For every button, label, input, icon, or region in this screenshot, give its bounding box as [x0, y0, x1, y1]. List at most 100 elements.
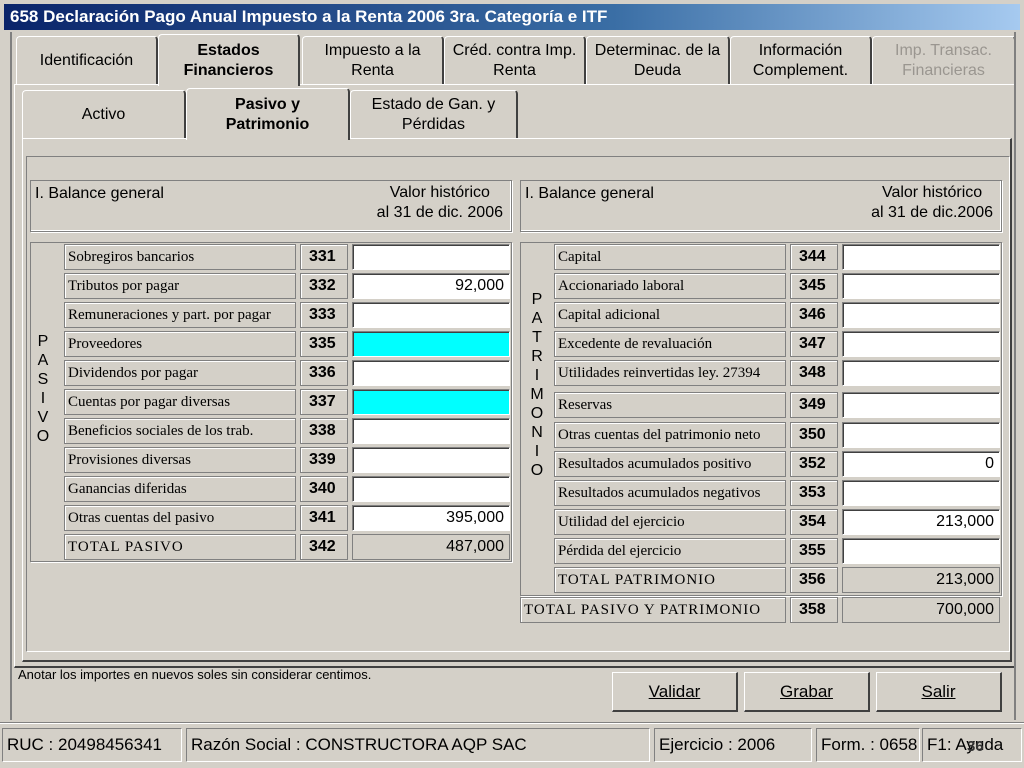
tab-label: Financieros: [183, 61, 274, 79]
tab-label: Renta: [493, 61, 536, 79]
button-label: Validar: [648, 681, 701, 701]
row-label: Capital adicional: [554, 302, 786, 328]
tab-label: Renta: [351, 61, 394, 79]
value-field-340[interactable]: [352, 476, 510, 502]
validar-button[interactable]: Validar: [612, 672, 738, 712]
value-field-338[interactable]: [352, 418, 510, 444]
header-col-line1: Valor histórico: [881, 184, 983, 201]
tab-identificacion[interactable]: Identificación: [16, 36, 158, 84]
value-field-347[interactable]: [842, 331, 1000, 357]
row-code: 339: [300, 447, 348, 473]
subtab-label: Pasivo y: [235, 95, 300, 113]
value-field-333[interactable]: [352, 302, 510, 328]
row-label: Utilidad del ejercicio: [554, 509, 786, 535]
header-col-line1: Valor histórico: [389, 184, 490, 201]
row-code: 344: [790, 244, 838, 270]
row-code: 345: [790, 273, 838, 299]
status-help: F1: Ayuda 36: [922, 728, 1022, 762]
header-col-line2: al 31 de dic.2006: [871, 204, 993, 221]
row-label: Otras cuentas del pasivo: [64, 505, 296, 531]
value-field-336[interactable]: [352, 360, 510, 386]
value-field-337[interactable]: [352, 389, 510, 415]
row-label: Ganancias diferidas: [64, 476, 296, 502]
row-code: 350: [790, 422, 838, 448]
row-label: Cuentas por pagar diversas: [64, 389, 296, 415]
value-field-355[interactable]: [842, 538, 1000, 564]
tab-credito-contra-impuesto[interactable]: Créd. contra Imp. Renta: [444, 36, 586, 84]
row-label: Sobregiros bancarios: [64, 244, 296, 270]
row-label: Accionariado laboral: [554, 273, 786, 299]
value-field-332[interactable]: 92,000: [352, 273, 510, 299]
total-patrimonio-label: TOTAL PATRIMONIO: [554, 567, 786, 593]
value-field-354[interactable]: 213,000: [842, 509, 1000, 535]
subtab-label: Pérdidas: [401, 115, 466, 133]
value-field-348[interactable]: [842, 360, 1000, 386]
salir-button[interactable]: Salir: [876, 672, 1002, 712]
row-label: Dividendos por pagar: [64, 360, 296, 386]
tab-impuesto-transacciones-financieras: Imp. Transac. Financieras: [872, 36, 1016, 84]
row-code: 338: [300, 418, 348, 444]
value-field-353[interactable]: [842, 480, 1000, 506]
tab-estados-financieros[interactable]: Estados Financieros: [158, 34, 300, 86]
tab-label: Información: [758, 41, 843, 59]
value-field-344[interactable]: [842, 244, 1000, 270]
value-field-335[interactable]: [352, 331, 510, 357]
button-label: Salir: [921, 681, 956, 701]
tab-label: Impuesto a la: [324, 41, 421, 59]
row-label: Proveedores: [64, 331, 296, 357]
row-code: 341: [300, 505, 348, 531]
patrimonio-vertical-label: P A T R I M O N I O: [530, 291, 544, 479]
value-field-331[interactable]: [352, 244, 510, 270]
value-field-349[interactable]: [842, 392, 1000, 418]
row-code: 347: [790, 331, 838, 357]
pasivo-header: I. Balance general Valor histórico al 31 …: [30, 180, 512, 232]
header-col-line2: al 31 de dic. 2006: [376, 204, 503, 221]
subtab-label: Patrimonio: [225, 115, 310, 133]
button-label: Grabar: [780, 681, 833, 701]
instruction-note: Anotar los importes en nuevos soles sin …: [18, 667, 372, 682]
value-field-352[interactable]: 0: [842, 451, 1000, 477]
value-field-346[interactable]: [842, 302, 1000, 328]
patrimonio-header: I. Balance general Valor histórico al 31 …: [520, 180, 1002, 232]
tab-label: Identificación: [39, 51, 134, 69]
tab-impuesto-renta[interactable]: Impuesto a la Renta: [302, 36, 444, 84]
help-label: F1: Ayuda: [927, 735, 1004, 754]
total-pasivo-code: 342: [300, 534, 348, 560]
row-label: Resultados acumulados negativos: [554, 480, 786, 506]
page-number: 36: [967, 738, 984, 755]
value-field-339[interactable]: [352, 447, 510, 473]
window-title: 658 Declaración Pago Anual Impuesto a la…: [10, 7, 608, 26]
status-separator: [0, 722, 1024, 724]
row-code: 352: [790, 451, 838, 477]
row-code: 340: [300, 476, 348, 502]
tab-label: Créd. contra Imp.: [452, 41, 577, 59]
tab-informacion-complementaria[interactable]: Información Complement.: [730, 36, 872, 84]
row-label: Capital: [554, 244, 786, 270]
tab-label: Financieras: [902, 61, 985, 79]
row-code: 333: [300, 302, 348, 328]
value-field-345[interactable]: [842, 273, 1000, 299]
subtab-pasivo-patrimonio[interactable]: Pasivo y Patrimonio: [186, 88, 350, 140]
row-label: Excedente de revaluación: [554, 331, 786, 357]
total-pasivo-patrimonio-value: 700,000: [842, 597, 1000, 623]
row-label: Reservas: [554, 392, 786, 418]
row-code: 331: [300, 244, 348, 270]
total-pasivo-patrimonio-label: TOTAL PASIVO Y PATRIMONIO: [520, 597, 786, 623]
header-title: I. Balance general: [35, 185, 164, 202]
row-label: Provisiones diversas: [64, 447, 296, 473]
total-pasivo-label: TOTAL PASIVO: [64, 534, 296, 560]
row-code: 349: [790, 392, 838, 418]
subtab-estado-ganancias-perdidas[interactable]: Estado de Gan. y Pérdidas: [350, 90, 518, 138]
tab-determinacion-deuda[interactable]: Determinac. de la Deuda: [586, 36, 730, 84]
value-field-350[interactable]: [842, 422, 1000, 448]
subtab-activo[interactable]: Activo: [22, 90, 186, 138]
row-label: Beneficios sociales de los trab.: [64, 418, 296, 444]
tab-label: Determinac. de la: [594, 41, 721, 59]
value-field-341[interactable]: 395,000: [352, 505, 510, 531]
total-pasivo-patrimonio-code: 358: [790, 597, 838, 623]
total-patrimonio-code: 356: [790, 567, 838, 593]
grabar-button[interactable]: Grabar: [744, 672, 870, 712]
row-code: 355: [790, 538, 838, 564]
row-label: Remuneraciones y part. por pagar: [64, 302, 296, 328]
row-code: 332: [300, 273, 348, 299]
